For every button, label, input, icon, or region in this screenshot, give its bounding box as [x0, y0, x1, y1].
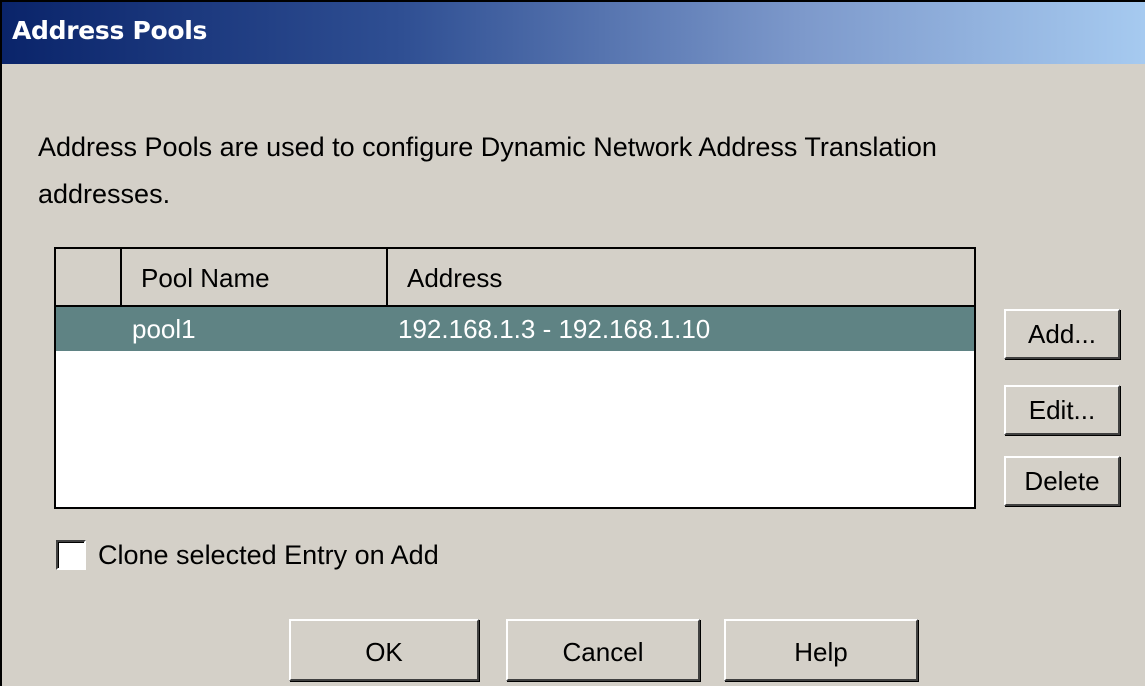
description-line-1: Address Pools are used to configure Dyna… — [38, 132, 937, 162]
address-pools-table: Pool Name Address pool1 192.168.1.3 - 19… — [54, 247, 976, 509]
column-header-pool-name[interactable]: Pool Name — [122, 249, 388, 305]
table-row[interactable]: pool1 192.168.1.3 - 192.168.1.10 — [56, 307, 974, 351]
pool-name-cell: pool1 — [132, 314, 196, 344]
description-line-2: addresses. — [38, 179, 171, 209]
ok-button[interactable]: OK — [289, 619, 479, 681]
clone-entry-checkbox[interactable] — [56, 540, 86, 570]
description-text: Address Pools are used to configure Dyna… — [38, 124, 1138, 218]
column-header-selector[interactable] — [56, 249, 122, 305]
address-pools-dialog: Address Pools Address Pools are used to … — [0, 0, 1145, 686]
table-header: Pool Name Address — [56, 249, 974, 307]
help-button[interactable]: Help — [724, 619, 918, 681]
title-bar[interactable]: Address Pools — [2, 2, 1145, 64]
add-button[interactable]: Add... — [1004, 309, 1120, 359]
column-header-address[interactable]: Address — [388, 249, 974, 305]
delete-button[interactable]: Delete — [1004, 456, 1120, 506]
edit-button[interactable]: Edit... — [1004, 385, 1120, 435]
address-cell: 192.168.1.3 - 192.168.1.10 — [398, 314, 711, 344]
window-title: Address Pools — [12, 16, 208, 45]
clone-entry-label[interactable]: Clone selected Entry on Add — [98, 535, 439, 575]
cancel-button[interactable]: Cancel — [506, 619, 700, 681]
